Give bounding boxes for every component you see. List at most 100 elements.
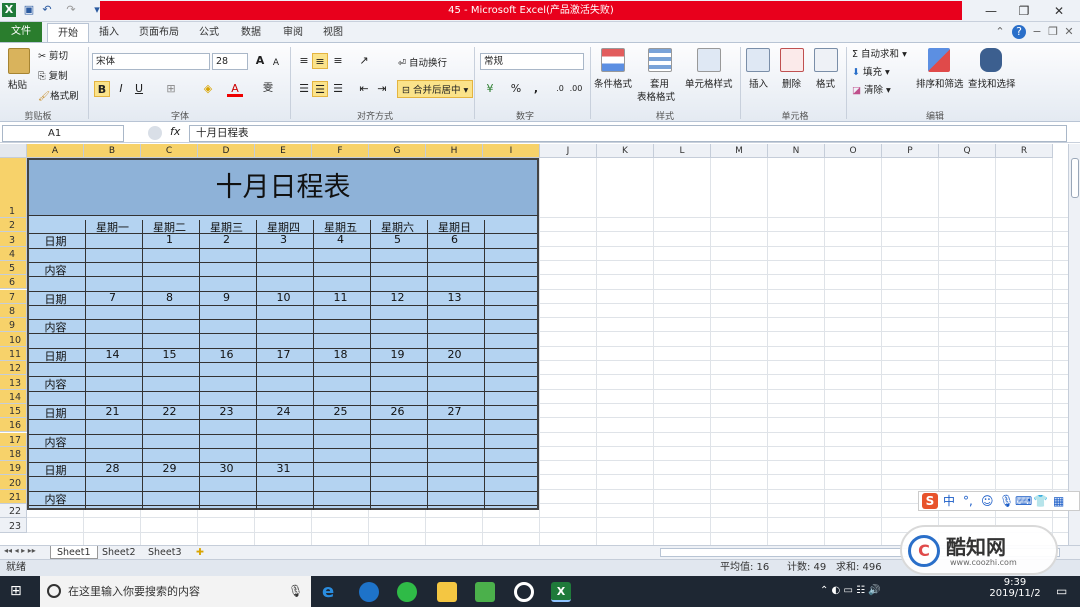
tab-insert[interactable]: 插入 bbox=[95, 23, 123, 42]
tab-page-layout[interactable]: 页面布局 bbox=[136, 23, 182, 42]
tab-formulas[interactable]: 公式 bbox=[196, 23, 222, 42]
redo-icon[interactable]: ↷ bbox=[64, 3, 78, 17]
decrease-decimal-icon[interactable]: .00 bbox=[568, 81, 584, 97]
row-header-16[interactable]: 16 bbox=[0, 418, 27, 433]
punct-icon[interactable]: °, bbox=[963, 492, 973, 510]
number-format-select[interactable]: 常规 bbox=[480, 53, 584, 70]
file-explorer-icon[interactable] bbox=[437, 582, 457, 602]
date-cell[interactable]: 10 bbox=[255, 291, 312, 304]
delete-label[interactable]: 删除 bbox=[782, 76, 801, 90]
content-label-cell[interactable]: 内容 bbox=[27, 491, 84, 507]
date-cell[interactable]: 20 bbox=[426, 348, 483, 361]
date-cell[interactable]: 21 bbox=[84, 405, 141, 418]
align-top-icon[interactable]: ≡ bbox=[296, 53, 312, 69]
row-header-23[interactable]: 23 bbox=[0, 518, 27, 533]
new-sheet-icon[interactable]: ✚ bbox=[190, 546, 210, 559]
date-cell[interactable]: 2 bbox=[198, 233, 255, 246]
format-table-label-1[interactable]: 套用 bbox=[650, 76, 669, 90]
column-header-A[interactable]: A bbox=[27, 144, 84, 158]
delete-cells-icon[interactable] bbox=[780, 48, 804, 72]
media-icon[interactable] bbox=[514, 582, 534, 602]
row-header-14[interactable]: 14 bbox=[0, 389, 27, 404]
increase-indent-icon[interactable]: ⇥ bbox=[374, 81, 390, 97]
edge-icon[interactable]: e bbox=[322, 582, 342, 602]
sheet-tab-1[interactable]: Sheet1 bbox=[50, 546, 98, 559]
date-cell[interactable]: 13 bbox=[426, 291, 483, 304]
column-header-E[interactable]: E bbox=[255, 144, 312, 158]
font-color-button[interactable]: A bbox=[227, 81, 243, 97]
date-cell[interactable]: 9 bbox=[198, 291, 255, 304]
date-cell[interactable]: 27 bbox=[426, 405, 483, 418]
row-header-21[interactable]: 21 bbox=[0, 489, 27, 504]
date-cell[interactable]: 23 bbox=[198, 405, 255, 418]
align-center-icon[interactable]: ☰ bbox=[312, 81, 328, 97]
date-cell[interactable]: 7 bbox=[84, 291, 141, 304]
row-header-3[interactable]: 3 bbox=[0, 232, 27, 247]
align-left-icon[interactable]: ☰ bbox=[296, 81, 312, 97]
column-header-L[interactable]: L bbox=[654, 144, 711, 158]
spreadsheet-grid[interactable]: ABCDEFGHIJKLMNOPQR 1 2 3 4 5 6 7 8 9 10 11 12 13 14 15… bbox=[0, 144, 1068, 545]
weekday-header[interactable]: 星期一 bbox=[84, 219, 141, 235]
format-table-label-2[interactable]: 表格格式 bbox=[637, 89, 675, 103]
date-cell[interactable]: 30 bbox=[198, 462, 255, 475]
align-middle-icon[interactable]: ≡ bbox=[312, 53, 328, 69]
cell-style-icon[interactable] bbox=[697, 48, 721, 72]
date-cell[interactable]: 25 bbox=[312, 405, 369, 418]
sheet-nav-icon[interactable]: ◂◂ ◂ ▸ ▸▸ bbox=[4, 546, 36, 555]
border-icon[interactable]: ⊞ bbox=[163, 81, 179, 97]
date-label-cell[interactable]: 日期 bbox=[27, 348, 84, 364]
date-label-cell[interactable]: 日期 bbox=[27, 291, 84, 307]
row-header-15[interactable]: 15 bbox=[0, 403, 27, 419]
row-header-6[interactable]: 6 bbox=[0, 275, 27, 290]
tab-file[interactable]: 文件 bbox=[0, 22, 42, 42]
row-header-17[interactable]: 17 bbox=[0, 432, 27, 447]
tab-view[interactable]: 视图 bbox=[320, 23, 346, 42]
close-button[interactable]: ✕ bbox=[1044, 2, 1074, 20]
column-header-F[interactable]: F bbox=[312, 144, 369, 158]
name-box[interactable]: A1 bbox=[2, 125, 124, 142]
column-header-I[interactable]: I bbox=[483, 144, 540, 158]
insert-function-button[interactable]: fx bbox=[170, 125, 180, 138]
format-label[interactable]: 格式 bbox=[816, 76, 835, 90]
date-cell[interactable]: 5 bbox=[369, 233, 426, 246]
date-label-cell[interactable]: 日期 bbox=[27, 233, 84, 249]
phonetic-icon[interactable]: 雯 bbox=[260, 81, 276, 97]
row-header-1[interactable]: 1 bbox=[0, 158, 27, 218]
calendar-title-cell[interactable]: 十月日程表 bbox=[27, 158, 539, 216]
row-header-10[interactable]: 10 bbox=[0, 332, 27, 347]
vertical-scrollbar[interactable] bbox=[1068, 144, 1080, 545]
bold-button[interactable]: B bbox=[94, 81, 110, 97]
date-cell[interactable]: 3 bbox=[255, 233, 312, 246]
paste-icon[interactable] bbox=[8, 48, 30, 74]
row-header-20[interactable]: 20 bbox=[0, 475, 27, 490]
insert-cells-icon[interactable] bbox=[746, 48, 770, 72]
ime-toolbar[interactable]: S 中 °, ☺ 🎙 ⌨ 👕 ▦ bbox=[918, 491, 1080, 511]
fill-button[interactable]: ⬇ 填充 ▾ bbox=[852, 64, 890, 78]
toolbox-icon[interactable]: ▦ bbox=[1053, 492, 1064, 510]
row-header-7[interactable]: 7 bbox=[0, 289, 27, 304]
column-header-N[interactable]: N bbox=[768, 144, 825, 158]
date-cell[interactable]: 12 bbox=[369, 291, 426, 304]
wrap-text-button[interactable]: ⏎ 自动换行 bbox=[398, 55, 447, 69]
date-cell[interactable]: 28 bbox=[84, 462, 141, 475]
cell-style-label[interactable]: 单元格样式 bbox=[685, 76, 733, 90]
row-header-4[interactable]: 4 bbox=[0, 246, 27, 261]
shrink-font-button[interactable]: A bbox=[268, 55, 284, 71]
date-cell[interactable]: 8 bbox=[141, 291, 198, 304]
row-header-19[interactable]: 19 bbox=[0, 461, 27, 476]
row-header-18[interactable]: 18 bbox=[0, 446, 27, 462]
date-cell[interactable]: 24 bbox=[255, 405, 312, 418]
date-cell[interactable]: 17 bbox=[255, 348, 312, 361]
column-header-K[interactable]: K bbox=[597, 144, 654, 158]
doc-restore-icon[interactable]: ❐ bbox=[1046, 25, 1060, 39]
doc-minimize-icon[interactable]: − bbox=[1030, 25, 1044, 39]
select-all-corner[interactable] bbox=[0, 144, 27, 158]
formula-input[interactable]: 十月日程表 bbox=[189, 125, 1067, 142]
column-header-D[interactable]: D bbox=[198, 144, 255, 158]
column-header-C[interactable]: C bbox=[141, 144, 198, 158]
row-header-11[interactable]: 11 bbox=[0, 346, 27, 361]
clear-button[interactable]: ◪ 清除 ▾ bbox=[852, 82, 891, 96]
paste-label[interactable]: 粘贴 bbox=[8, 77, 27, 91]
decrease-indent-icon[interactable]: ⇤ bbox=[356, 81, 372, 97]
minimize-button[interactable]: — bbox=[976, 2, 1006, 20]
